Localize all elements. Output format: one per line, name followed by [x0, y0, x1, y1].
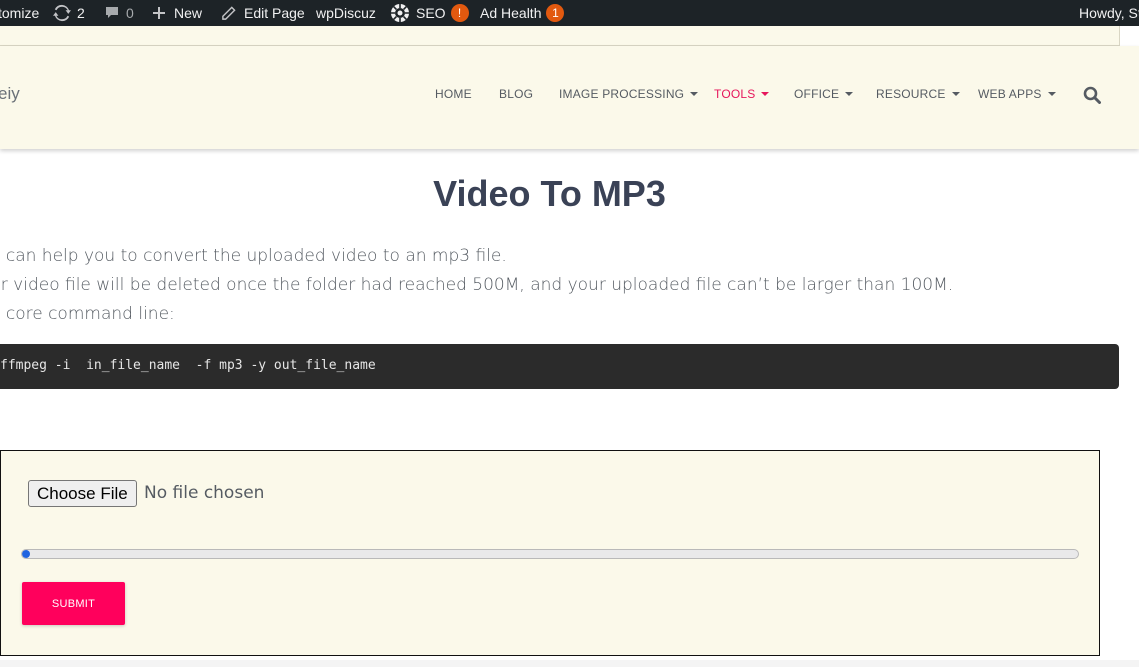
new-label: New	[174, 5, 203, 21]
nav-item-label: BLOG	[499, 87, 534, 101]
search-button[interactable]	[1081, 84, 1103, 106]
nav-item-home[interactable]: HOME	[435, 87, 472, 101]
nav-item-blog[interactable]: BLOG	[499, 87, 533, 101]
submit-button[interactable]: SUBMIT	[22, 582, 125, 625]
caret-down-icon	[761, 92, 770, 96]
updates-count: 2	[77, 5, 85, 21]
caret-down-icon	[951, 92, 960, 96]
nav-item-label: TOOLS	[714, 87, 756, 101]
nav-item-label: OFFICE	[794, 87, 840, 101]
customize-label: tomize	[0, 5, 40, 21]
nav-item-web-apps[interactable]: WEB APPS	[978, 87, 1056, 101]
seo-alert-badge: !	[450, 4, 469, 22]
nav-item-label: RESOURCE	[876, 87, 946, 101]
nav-item-image-processing[interactable]: IMAGE PROCESSING	[559, 87, 699, 101]
command-code-block: ffmpeg -i in_file_name -f mp3 -y out_fil…	[0, 344, 1119, 389]
pencil-icon	[221, 5, 236, 21]
site-title[interactable]: eiy	[0, 84, 20, 104]
seo-label: SEO	[416, 5, 446, 21]
updates-link[interactable]: 2	[53, 0, 85, 26]
bottom-strip	[0, 660, 1139, 667]
customize-link[interactable]: tomize	[0, 0, 39, 26]
comments-count: 0	[126, 5, 134, 21]
caret-down-icon	[690, 92, 699, 96]
edit-page-link[interactable]: Edit Page	[221, 0, 305, 26]
comment-icon	[104, 5, 120, 21]
wpdiscuz-label: wpDiscuz	[316, 5, 376, 21]
ad-health-badge: 1	[546, 4, 565, 22]
nav-item-label: WEB APPS	[978, 87, 1042, 101]
caret-down-icon	[845, 92, 854, 96]
site-header: eiy HOME BLOG IMAGE PROCESSING TOOLS OFF…	[0, 46, 1139, 149]
comments-link[interactable]: 0	[104, 0, 134, 26]
new-content-link[interactable]: New	[152, 0, 202, 26]
edit-page-label: Edit Page	[244, 5, 305, 21]
header-top-strip	[0, 26, 1120, 46]
account-menu[interactable]: Howdy, St	[1079, 0, 1139, 26]
nav-item-label: HOME	[435, 87, 472, 101]
updates-icon	[53, 4, 71, 22]
admin-bar: tomize 2 0 New Edit Page wpDiscuz SEO ! …	[0, 0, 1139, 26]
intro-paragraph: e can help you to convert the uploaded v…	[0, 246, 507, 266]
upload-progress-bar	[21, 549, 1079, 559]
command-intro-paragraph: e core command line:	[0, 304, 175, 324]
seo-logo-icon	[390, 3, 410, 23]
choose-file-button[interactable]: Choose File	[28, 480, 137, 507]
nav-item-office[interactable]: OFFICE	[794, 87, 854, 101]
nav-item-tools[interactable]: TOOLS	[714, 87, 770, 101]
wpdiscuz-link[interactable]: wpDiscuz	[316, 0, 376, 26]
ad-health-label: Ad Health	[480, 5, 542, 21]
caret-down-icon	[1047, 92, 1056, 96]
ad-health-menu[interactable]: Ad Health 1	[480, 0, 565, 26]
seo-menu[interactable]: SEO !	[390, 0, 469, 26]
nav-item-resource[interactable]: RESOURCE	[876, 87, 960, 101]
search-icon	[1083, 86, 1101, 104]
limit-paragraph: ur video file will be deleted once the f…	[0, 275, 954, 295]
plus-icon	[152, 6, 166, 20]
upload-progress-fill	[22, 550, 31, 558]
page-title: Video To MP3	[433, 173, 666, 214]
howdy-label: Howdy, St	[1079, 5, 1139, 21]
nav-item-label: IMAGE PROCESSING	[559, 87, 685, 101]
file-status-text: No file chosen	[144, 483, 265, 503]
